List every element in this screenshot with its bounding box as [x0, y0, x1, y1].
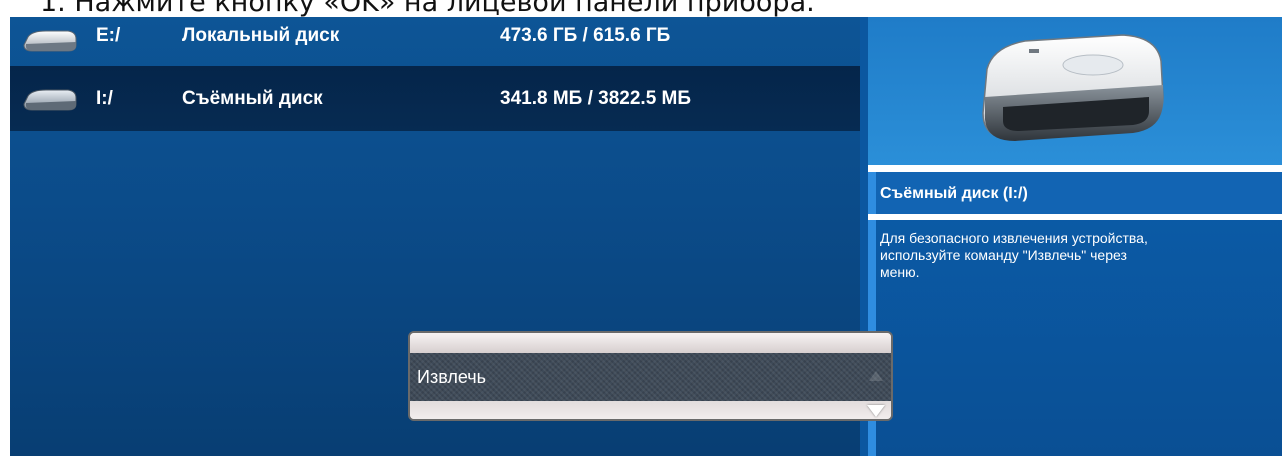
- menu-item-label: Извлечь: [417, 367, 487, 387]
- menu-top-band: [410, 333, 891, 353]
- details-description-box: Для безопасного извлечения устройства, и…: [868, 220, 1282, 456]
- menu-item-eject[interactable]: Извлечь: [410, 353, 891, 401]
- drive-letter: E:/: [96, 25, 121, 46]
- drive-size: 473.6 ГБ / 615.6 ГБ: [500, 25, 671, 46]
- details-panel: Съёмный диск (I:/) Для безопасного извле…: [868, 17, 1282, 456]
- chevron-down-icon[interactable]: [867, 405, 885, 417]
- drive-size: 341.8 МБ / 3822.5 МБ: [500, 88, 692, 109]
- instruction-text: 1. Нажмите кнопку «OK» на лицевой панели…: [40, 0, 815, 18]
- drive-name: Локальный диск: [182, 25, 340, 46]
- drive-row-e[interactable]: E:/ Локальный диск 473.6 ГБ / 615.6 ГБ: [10, 17, 860, 67]
- drive-name: Съёмный диск: [182, 88, 323, 109]
- details-image-area: [868, 17, 1282, 165]
- drive-row-i[interactable]: I:/ Съёмный диск 341.8 МБ / 3822.5 МБ: [10, 66, 860, 131]
- hard-drive-icon: [22, 29, 78, 61]
- drive-letter: I:/: [96, 88, 113, 109]
- removable-drive-icon: [22, 88, 78, 120]
- menu-bottom-band: [410, 401, 891, 419]
- context-menu: Извлечь: [408, 331, 893, 421]
- details-description: Для безопасного извлечения устройства, и…: [880, 230, 1148, 280]
- hard-drive-large-icon: [973, 27, 1173, 157]
- details-title: Съёмный диск (I:/): [868, 172, 1282, 214]
- chevron-up-icon[interactable]: [869, 371, 883, 381]
